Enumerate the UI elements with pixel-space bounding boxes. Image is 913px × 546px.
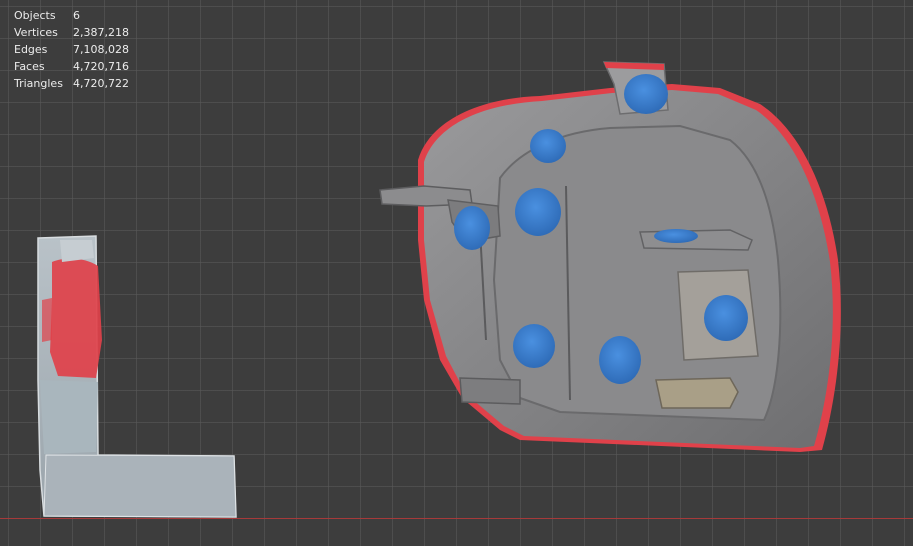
scene-objects <box>37 61 841 518</box>
3d-viewport[interactable]: Objects 6 Vertices 2,387,218 Edges 7,108… <box>0 0 913 546</box>
l-bracket-mesh[interactable] <box>37 235 237 518</box>
headlight-mesh[interactable] <box>379 61 841 452</box>
